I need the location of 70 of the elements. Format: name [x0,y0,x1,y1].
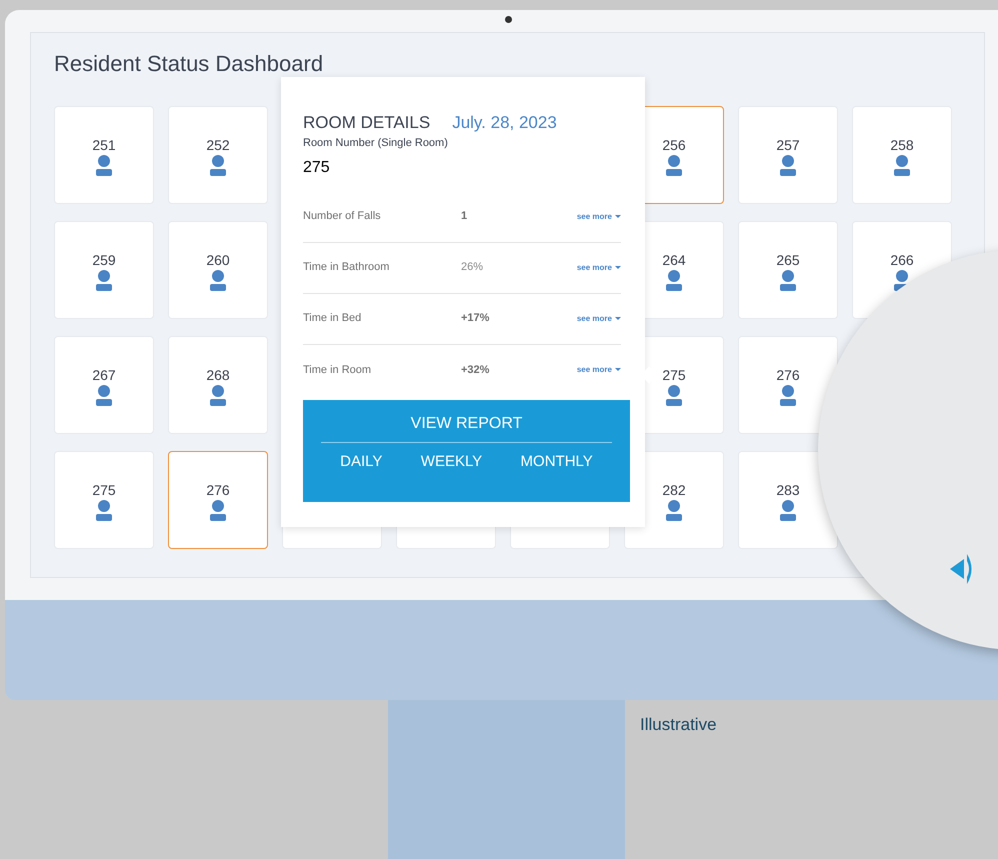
room-card[interactable]: 252 [168,106,268,204]
metric-label: Time in Bed [303,311,362,326]
person-icon [210,500,226,521]
see-more-link[interactable]: see more [576,210,621,222]
metric-label: Number of Falls [303,209,382,224]
room-number: 257 [776,137,800,153]
person-icon [210,155,226,176]
room-number: 275 [92,482,116,498]
room-number: 256 [662,137,686,153]
metric-value: +32% [461,362,490,378]
person-icon [780,270,796,291]
room-number: 282 [662,482,686,498]
room-number: 265 [776,252,800,268]
room-number: 276 [776,367,800,383]
person-icon [210,385,226,406]
room-number-label: Room Number (Single Room) [303,136,448,151]
room-card[interactable]: 268 [168,336,268,434]
room-number: 275 [662,367,686,383]
room-card[interactable]: 257 [738,106,838,204]
room-card[interactable]: 265 [738,221,838,319]
metric-value: +17% [461,311,490,326]
person-icon [96,385,112,406]
room-card[interactable]: 276 [168,451,268,549]
room-number: 251 [92,137,116,153]
room-card[interactable]: 251 [54,106,154,204]
room-number: 267 [92,367,116,383]
person-icon [96,270,112,291]
person-icon [780,500,796,521]
person-icon [666,155,682,176]
room-number: 266 [890,252,914,268]
dashboard-title: Resident Status Dashboard [54,52,324,76]
metric-label: Time in Bathroom [303,260,390,276]
person-icon [666,385,682,406]
room-number: 276 [206,482,230,498]
metric-value: 1 [461,209,468,224]
caret-icon [615,368,621,372]
person-icon [210,270,226,291]
caret-icon [615,214,621,218]
caption: Illustrative [640,714,717,736]
room-number: 259 [92,252,116,268]
person-icon [666,500,682,521]
room-card[interactable]: 259 [54,221,154,319]
report-date: July. 28, 2023 [452,113,557,133]
see-more-link[interactable]: see more [576,262,621,274]
room-number: 260 [206,252,230,268]
metric-label: Time in Room [303,362,372,378]
person-icon [96,155,112,176]
person-icon [96,500,112,521]
person-icon [780,155,796,176]
room-number: 268 [206,367,230,383]
person-icon [666,270,682,291]
selected-room-number: 275 [303,158,330,178]
room-card[interactable]: 276 [738,336,838,434]
popup-title: ROOM DETAILS [303,113,430,133]
room-number: 258 [890,137,914,153]
person-icon [894,155,910,176]
camera-icon [505,16,512,23]
room-card[interactable]: 258 [852,106,952,204]
room-number: 283 [776,482,800,498]
room-card[interactable]: 260 [168,221,268,319]
caret-icon [615,266,621,270]
room-card[interactable]: 267 [54,336,154,434]
room-number: 264 [662,252,686,268]
see-more-link[interactable]: see more [576,312,621,324]
room-number: 252 [206,137,230,153]
person-icon [780,385,796,406]
caret-icon [615,316,621,320]
metric-value: 26% [461,260,484,276]
room-card[interactable]: 275 [54,451,154,549]
see-more-link[interactable]: see more [576,364,621,376]
